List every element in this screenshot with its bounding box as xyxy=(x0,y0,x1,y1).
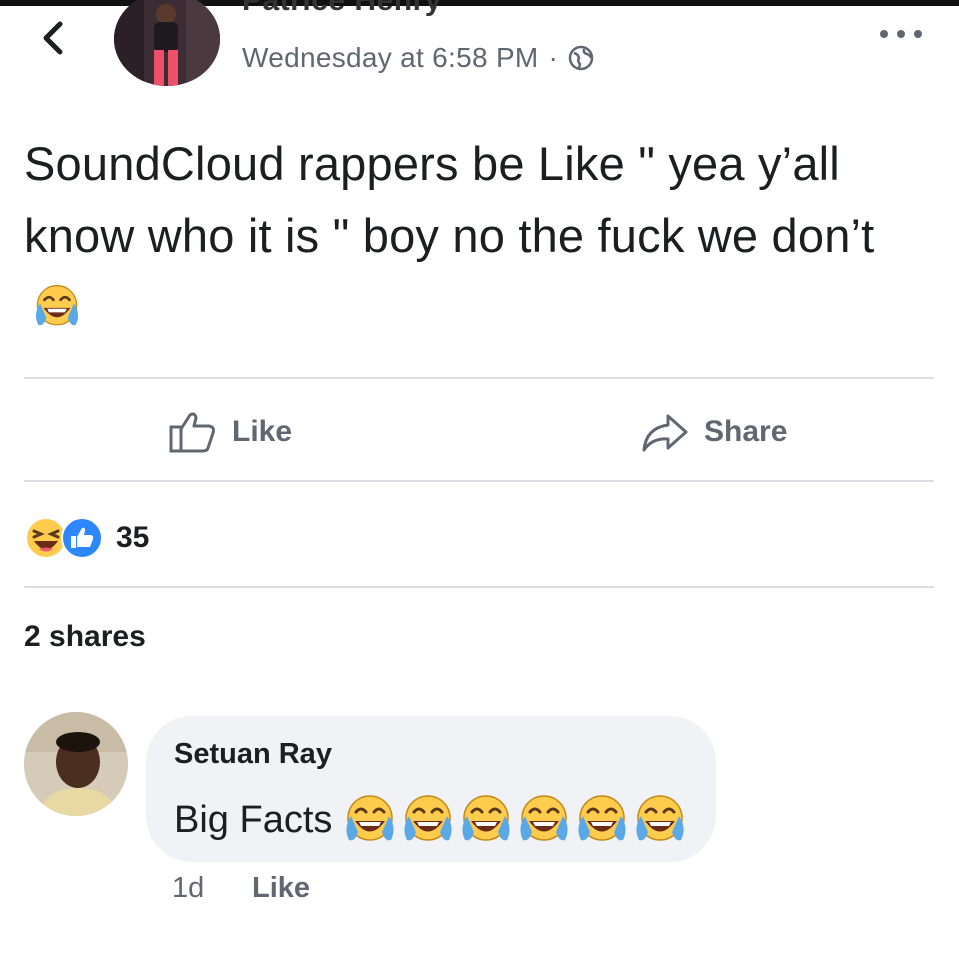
like-button-label: Like xyxy=(232,415,293,448)
commenter-name[interactable]: Setuan Ray xyxy=(174,738,332,771)
share-button[interactable]: Share xyxy=(640,410,787,454)
like-button[interactable]: Like xyxy=(168,410,292,454)
post-meta: Wednesday at 6:58 PM · xyxy=(242,42,594,74)
back-arrow-icon[interactable] xyxy=(34,18,74,58)
reaction-summary[interactable]: 35 xyxy=(24,516,149,560)
commenter-avatar[interactable] xyxy=(24,712,128,816)
divider-middle xyxy=(24,480,934,482)
comment-text: Big Facts xyxy=(174,798,333,841)
share-arrow-icon xyxy=(642,414,688,452)
share-count[interactable]: 2 shares xyxy=(24,620,146,654)
comment-bubble: Setuan Ray Big Facts xyxy=(146,716,716,862)
like-reaction-icon xyxy=(61,517,103,559)
comment-body: Big Facts xyxy=(174,794,688,846)
thumbs-up-icon xyxy=(169,412,215,453)
tears-of-joy-emoji xyxy=(458,794,514,846)
tears-of-joy-emoji xyxy=(516,794,572,846)
tears-of-joy-emoji xyxy=(342,794,398,846)
author-avatar[interactable] xyxy=(114,0,220,86)
tears-of-joy-emoji xyxy=(574,794,630,846)
post-body: SoundCloud rappers be Like " yea y’all k… xyxy=(24,128,934,344)
reaction-count: 35 xyxy=(116,521,150,554)
post-author-name[interactable]: Patrice Henry xyxy=(242,0,442,18)
comment-timestamp[interactable]: 1d xyxy=(172,872,204,905)
comment-like-button[interactable]: Like xyxy=(252,872,310,905)
more-options-icon[interactable] xyxy=(876,24,926,44)
tears-of-joy-emoji xyxy=(32,282,82,332)
post-text: SoundCloud rappers be Like " yea y’all k… xyxy=(24,137,875,262)
tears-of-joy-emoji xyxy=(632,794,688,846)
divider-top xyxy=(24,377,934,379)
share-button-label: Share xyxy=(704,415,788,448)
meta-separator: · xyxy=(548,42,559,73)
globe-icon xyxy=(568,45,594,71)
post-timestamp[interactable]: Wednesday at 6:58 PM xyxy=(242,42,539,74)
tears-of-joy-emoji xyxy=(400,794,456,846)
divider-bottom xyxy=(24,586,934,588)
